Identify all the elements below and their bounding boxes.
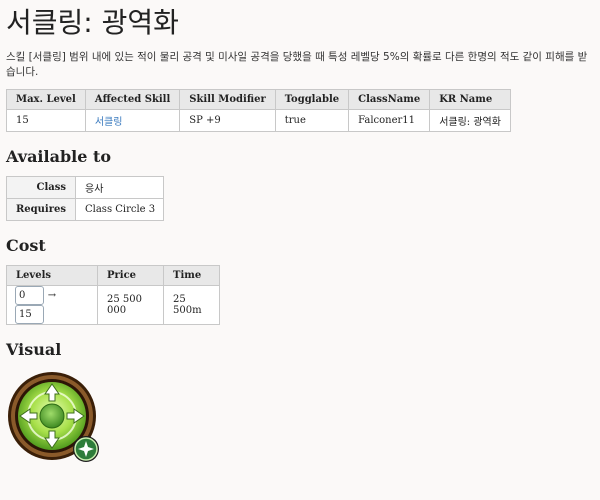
togglable-value: true xyxy=(274,109,350,132)
header-price: Price xyxy=(97,265,164,286)
arrow-right-icon: → xyxy=(47,290,57,301)
price-value: 25 500 000 xyxy=(97,285,164,325)
header-max-level: Max. Level xyxy=(6,89,86,110)
level-to-input[interactable]: 15 xyxy=(15,305,44,324)
available-to-heading: Available to xyxy=(6,147,112,166)
cost-table: Levels Price Time 0 →15 25 500 000 25 500… xyxy=(6,265,220,325)
time-value: 25 500m xyxy=(163,285,220,325)
header-kr-name: KR Name xyxy=(429,89,511,110)
affected-skill-cell: 서클링 xyxy=(84,109,181,132)
header-skill-modifier: Skill Modifier xyxy=(179,89,276,110)
properties-table: Max. Level Affected Skill Skill Modifier… xyxy=(6,89,511,132)
properties-row: 15 서클링 SP +9 true Falconer11 서클링: 광역화 xyxy=(6,109,511,132)
header-time: Time xyxy=(163,265,220,286)
level-from-input[interactable]: 0 xyxy=(15,286,44,305)
page: 서클링: 광역화 스킬 [서클링] 범위 내에 있는 적이 물리 공격 및 미사… xyxy=(0,0,600,470)
available-to-table: Class 응사 Requires Class Circle 3 xyxy=(6,176,165,221)
class-row: Class 응사 xyxy=(6,176,165,199)
cost-row: 0 →15 25 500 000 25 500m xyxy=(6,285,220,325)
page-title: 서클링: 광역화 xyxy=(6,6,179,39)
skill-icon-container xyxy=(6,370,594,470)
cost-heading: Cost xyxy=(6,236,46,255)
class-value: 응사 xyxy=(74,176,165,199)
skill-description: 스킬 [서클링] 범위 내에 있는 적이 물리 공격 및 미사일 공격을 당했을… xyxy=(6,51,588,78)
cost-header-row: Levels Price Time xyxy=(6,265,220,286)
header-affected-skill: Affected Skill xyxy=(84,89,181,110)
max-level-value: 15 xyxy=(6,109,86,132)
kr-name-value: 서클링: 광역화 xyxy=(429,109,511,132)
header-class-name: ClassName xyxy=(348,89,431,110)
affected-skill-link[interactable]: 서클링 xyxy=(95,117,123,128)
header-togglable: Togglable xyxy=(274,89,350,110)
requires-value: Class Circle 3 xyxy=(74,198,165,221)
properties-header-row: Max. Level Affected Skill Skill Modifier… xyxy=(6,89,511,110)
class-label: Class xyxy=(6,176,76,199)
circling-expansion-skill-icon xyxy=(8,372,99,462)
requires-label: Requires xyxy=(6,198,76,221)
levels-cell: 0 →15 xyxy=(6,285,98,325)
visual-heading: Visual xyxy=(6,340,62,359)
class-name-value: Falconer11 xyxy=(348,109,431,132)
requires-row: Requires Class Circle 3 xyxy=(6,198,165,221)
header-levels: Levels xyxy=(6,265,98,286)
skill-modifier-value: SP +9 xyxy=(179,109,276,132)
